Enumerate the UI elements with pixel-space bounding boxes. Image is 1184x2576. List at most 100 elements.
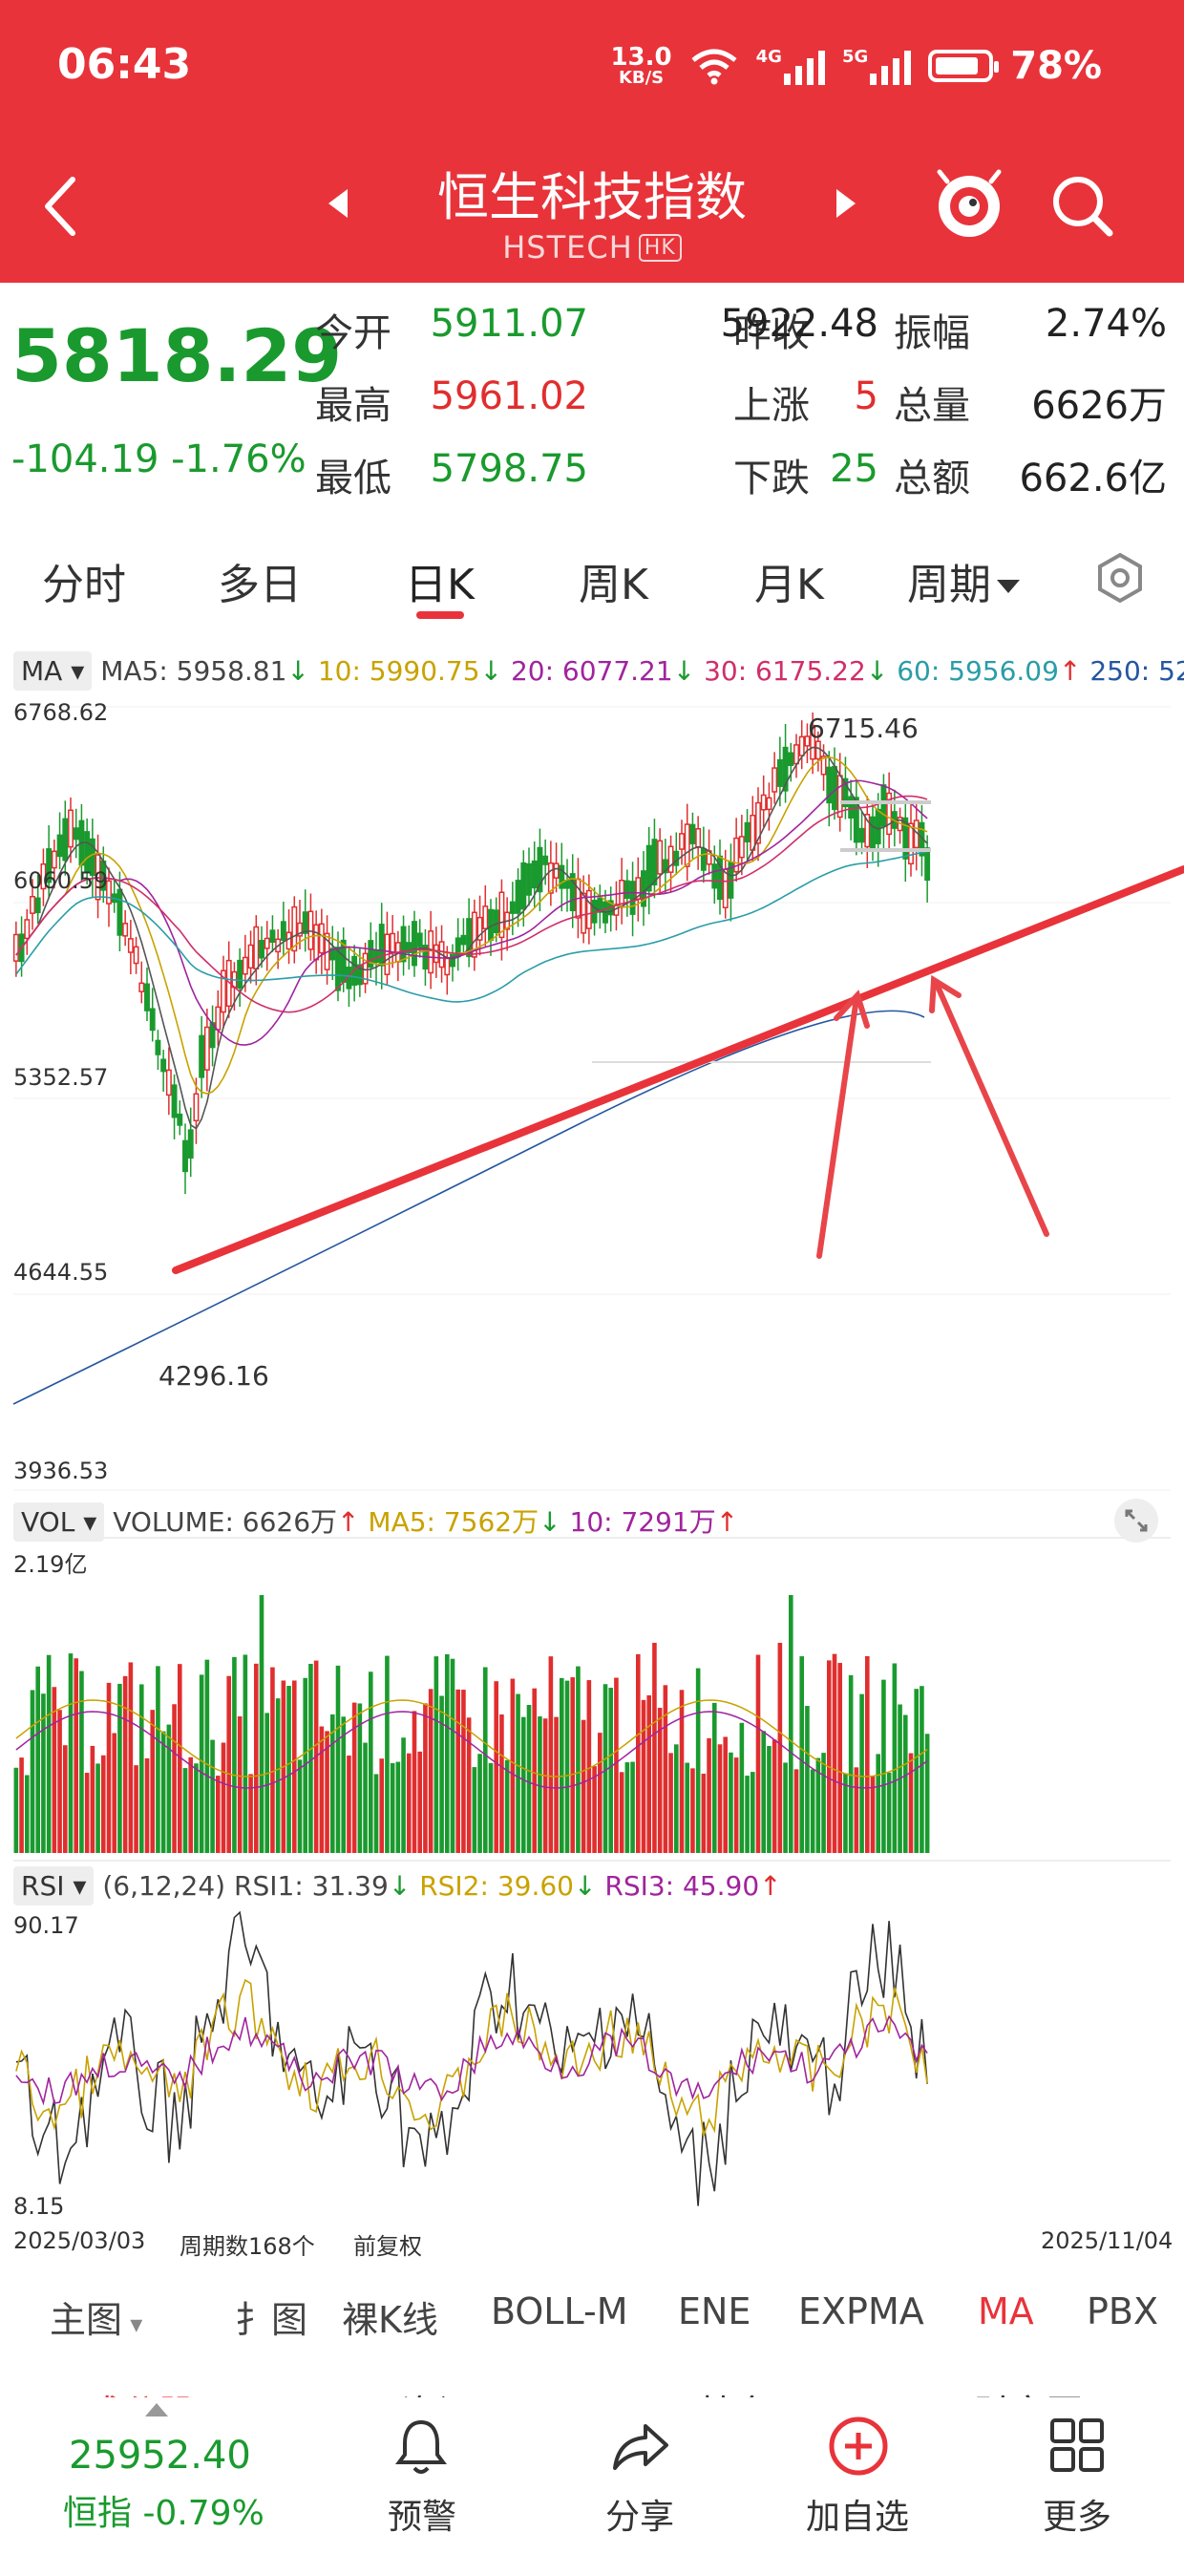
indicator-item-ma[interactable]: MA [978,2290,1034,2332]
volume-bar [84,1773,90,1853]
next-index-icon[interactable] [836,189,856,218]
quote-label: 今开 [315,311,391,355]
volume-bar [297,1759,303,1853]
low-marker: 4296.16 [159,1360,269,1392]
volume-bar [395,1761,401,1853]
volume-bar [347,1756,351,1853]
volume-bar [385,1655,390,1853]
candle-body [138,982,145,992]
hsi-value[interactable]: 25952.40 [69,2434,251,2478]
hsi-label[interactable]: 恒指 -0.79% [63,2485,264,2535]
main-chart-selector[interactable]: 主图 ▾ [50,2290,142,2343]
candle-body [848,796,855,819]
volume-bar [275,1698,281,1853]
indicator-item-pbx[interactable]: PBX [1087,2290,1158,2332]
volume-bar [924,1734,930,1853]
candle-body [285,931,292,950]
vol-selector[interactable]: VOL ▾ [13,1502,105,1542]
nav-more[interactable]: 更多 [991,2489,1163,2539]
tab-intraday[interactable]: 分时 [42,550,126,611]
candle-body [875,808,881,845]
tab-week-k[interactable]: 周K [579,550,648,611]
volume-bar [68,1653,74,1853]
price-axis-l3: 5352.57 [13,1064,109,1091]
volume-bar [472,1767,477,1853]
tab-month-k[interactable]: 月K [754,550,824,611]
volume-bar [455,1689,461,1853]
candle-body [531,860,538,889]
volume-bar [237,1715,243,1853]
date-end: 2025/11/04 [1041,2227,1173,2254]
caret-down-icon [997,580,1020,593]
candle-body [738,836,745,859]
volume-bar [390,1762,395,1853]
candle-body [832,765,837,810]
tab-period[interactable]: 周期 [907,550,1020,611]
quote-value: 5798.75 [430,447,588,491]
candle-body [689,823,696,844]
volume-bar [914,1689,920,1853]
nav-share[interactable]: 分享 [554,2489,726,2539]
settings-hexagon-icon[interactable] [1094,552,1146,604]
caret-up-icon[interactable] [145,2403,168,2416]
volume-bar [532,1688,538,1853]
quote-value: 5911.07 [430,302,588,346]
volume-bar [630,1761,635,1853]
candle-body [30,895,35,914]
volume-bar [608,1688,614,1853]
candle-body [858,827,865,843]
expand-icon[interactable] [1113,1498,1159,1543]
ma-selector[interactable]: MA ▾ [13,651,93,691]
volume-bar [810,1769,815,1853]
volume-bar [329,1714,335,1853]
indicator-item-ene[interactable]: ENE [678,2290,751,2332]
bell-icon[interactable] [393,2416,449,2476]
indicator-item-boll[interactable]: BOLL-M [491,2290,627,2332]
candle-body [203,1026,210,1071]
candle-body [776,758,783,787]
tab-multiday[interactable]: 多日 [218,550,302,611]
nav-alert[interactable]: 预警 [336,2489,508,2539]
volume-bar [892,1663,898,1853]
candle-body [526,862,532,896]
rsi-selector[interactable]: RSI ▾ [13,1866,95,1905]
candle-body [177,1113,183,1126]
candle-body [870,816,876,849]
quote-label: 最低 [315,457,391,500]
price-axis-l2: 6060.59 [13,867,109,894]
volume-bar [668,1753,673,1853]
candle-body [378,924,385,967]
nav-add-watchlist[interactable]: 加自选 [772,2489,943,2539]
robot-assistant-icon[interactable] [934,166,1004,243]
candle-body [84,831,91,873]
indicator-item-naked-k[interactable]: 裸K线 [342,2290,438,2343]
add-watchlist-icon[interactable] [827,2415,890,2478]
search-icon[interactable] [1050,174,1115,239]
volume-bar [112,1733,117,1853]
indicator-item-0[interactable]: 扌图 [235,2290,307,2343]
volume-bar [805,1706,810,1853]
volume-bar [210,1739,215,1853]
candle-body [412,921,417,967]
candle-body [629,881,636,915]
status-bar-right: 13.0 KB/S 4G 5G 78% [610,44,1102,88]
share-icon[interactable] [607,2418,670,2474]
tab-day-k[interactable]: 日K [405,550,475,611]
candle-body [264,937,270,949]
net-speed: 13.0 KB/S [610,43,672,88]
volume-bar [685,1762,690,1853]
volume-bar [767,1746,772,1853]
kline-chart[interactable] [0,697,1184,2245]
volume-bar [144,1757,150,1853]
volume-bar [733,1757,739,1853]
indicator-item-expma[interactable]: EXPMA [798,2290,924,2332]
volume-bar [554,1716,559,1853]
more-grid-icon[interactable] [1048,2416,1106,2474]
adjust-mode[interactable]: 前复权 [353,2227,422,2261]
candle-body [253,926,260,970]
volume-bar [761,1731,767,1853]
volume-bar [319,1726,325,1853]
volume-bar [646,1694,652,1853]
candle-body [400,926,407,963]
quote-label: 总量 [894,384,970,428]
